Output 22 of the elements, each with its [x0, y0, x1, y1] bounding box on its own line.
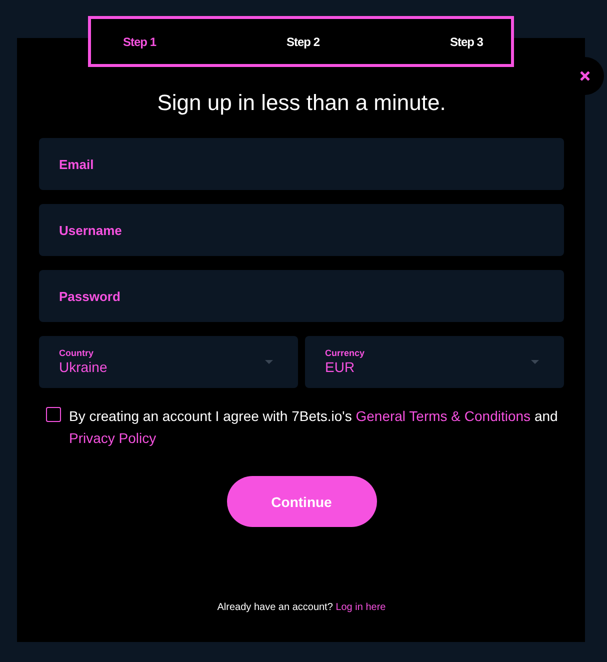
input-field[interactable]: Email [39, 138, 564, 190]
select-field[interactable]: Currency EUR [305, 336, 564, 388]
agreement-text: By creating an account I agree with 7Bets.io's General Terms & Conditions and Privacy Policy [69, 407, 559, 448]
select-value: EUR [325, 359, 355, 375]
select-value: Ukraine [59, 359, 108, 375]
terms-link[interactable]: General Terms & Conditions [356, 408, 531, 424]
step-tab[interactable]: Step 3 [450, 34, 483, 48]
login-prompt: Already have an account? Log in here [216, 602, 387, 613]
select-label: Country [59, 348, 94, 358]
modal-title: Sign up in less than a minute. [156, 90, 447, 116]
step-tab[interactable]: Step 1 [123, 34, 156, 48]
login-link[interactable]: Log in here [336, 602, 386, 613]
select-field[interactable]: Country Ukraine [39, 336, 298, 388]
caret-icon [531, 360, 539, 364]
close-icon [580, 71, 590, 81]
input-field[interactable]: Password [39, 270, 564, 322]
checkbox[interactable] [46, 407, 61, 422]
step-tab[interactable]: Step 2 [286, 34, 320, 48]
privacy-link[interactable]: Privacy Policy [69, 430, 156, 446]
caret-icon [265, 360, 273, 364]
select-label: Currency [325, 348, 366, 358]
input-field[interactable]: Username [39, 204, 564, 256]
